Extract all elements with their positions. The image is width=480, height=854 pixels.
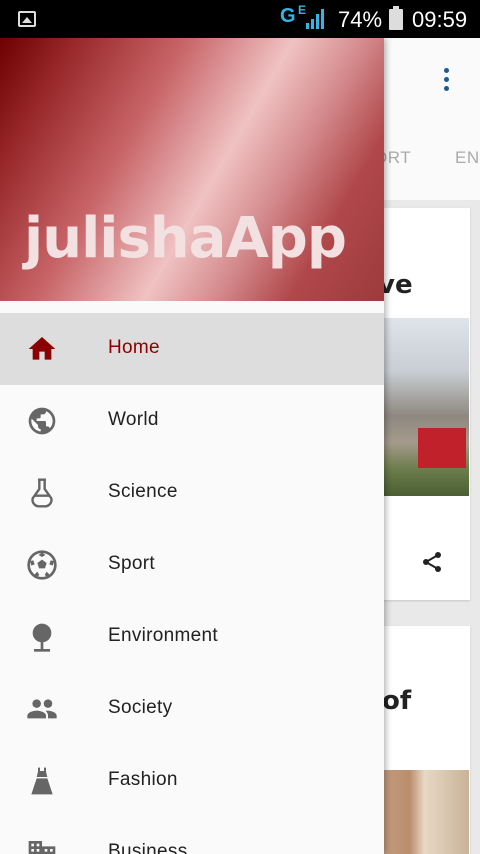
clock: 09:59 xyxy=(412,7,468,32)
bus-in-photo xyxy=(418,428,466,468)
menu-item-world[interactable]: World xyxy=(0,385,384,457)
drawer-menu: Home World Science Sport Environment Soc… xyxy=(0,313,384,854)
menu-item-label: Business xyxy=(108,841,188,854)
globe-icon xyxy=(28,407,56,435)
home-icon xyxy=(28,337,56,360)
tree-icon xyxy=(32,623,52,652)
menu-item-label: World xyxy=(108,409,159,430)
building-icon xyxy=(28,841,56,854)
menu-item-label: Science xyxy=(108,481,178,502)
soccer-ball-icon xyxy=(27,550,57,580)
menu-item-science[interactable]: Science xyxy=(0,457,384,529)
app-title: julishaApp xyxy=(24,206,347,271)
menu-item-business[interactable]: Business xyxy=(0,817,384,854)
menu-item-home[interactable]: Home xyxy=(0,313,384,385)
status-bar: G E 74% 09:59 xyxy=(0,0,480,38)
tab-environment[interactable]: EN xyxy=(455,148,480,168)
menu-item-fashion[interactable]: Fashion xyxy=(0,745,384,817)
menu-item-label: Home xyxy=(108,337,160,358)
signal-icon xyxy=(306,9,324,29)
battery-icon xyxy=(389,6,403,30)
image-notification-icon xyxy=(18,11,36,27)
dress-icon xyxy=(31,767,53,795)
more-options-icon[interactable] xyxy=(444,68,450,94)
menu-item-label: Environment xyxy=(108,625,218,646)
network-type: G xyxy=(280,5,296,27)
card-headline: of xyxy=(382,686,412,716)
menu-item-society[interactable]: Society xyxy=(0,673,384,745)
menu-item-label: Sport xyxy=(108,553,155,574)
menu-item-sport[interactable]: Sport xyxy=(0,529,384,601)
share-icon[interactable] xyxy=(420,550,444,574)
navigation-drawer: julishaApp Home World Science Sport Envi… xyxy=(0,38,384,854)
menu-item-label: Fashion xyxy=(108,769,178,790)
drawer-header: julishaApp xyxy=(0,38,384,301)
menu-item-label: Society xyxy=(108,697,173,718)
people-icon xyxy=(27,699,57,719)
news-photo xyxy=(370,770,469,854)
news-photo xyxy=(370,318,469,496)
battery-percent: 74% xyxy=(338,7,383,32)
menu-item-environment[interactable]: Environment xyxy=(0,601,384,673)
flask-icon xyxy=(31,478,53,508)
